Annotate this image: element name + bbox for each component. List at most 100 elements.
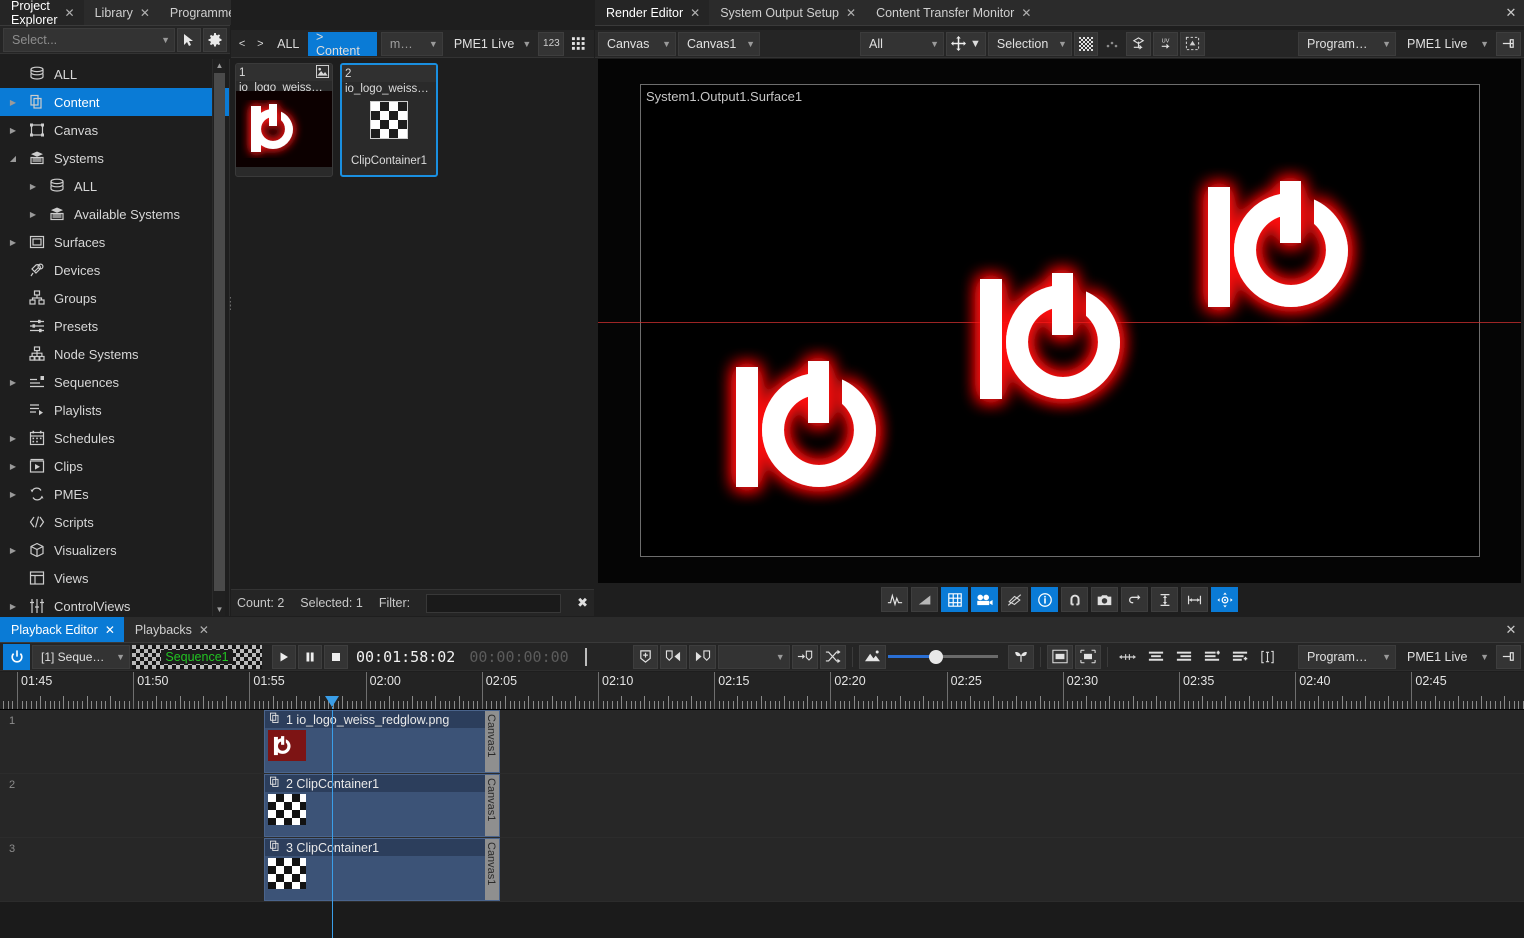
timeline-clip[interactable]: 3 ClipContainer1 Canvas1 [264, 838, 500, 901]
sidebar-item-canvas[interactable]: ▶ Canvas [0, 116, 229, 144]
programmer-dropdown[interactable]: Programmer1 ▼ [1298, 31, 1396, 56]
grid-icon[interactable] [941, 587, 968, 612]
flip-mapping-icon[interactable] [1125, 31, 1151, 56]
goto-cue-icon[interactable] [791, 644, 818, 669]
next-cue-icon[interactable] [688, 644, 716, 669]
sidebar-item-all[interactable]: ALL [0, 60, 229, 88]
thumbnail-toggle-icon[interactable] [858, 644, 886, 669]
tab-system-output-setup[interactable]: System Output Setup ✕ [709, 0, 866, 25]
sidebar-item-groups[interactable]: Groups [0, 284, 229, 312]
tab-playbacks[interactable]: Playbacks ✕ [123, 617, 218, 642]
uv-mapping-icon[interactable]: UV [1152, 31, 1178, 56]
points-icon[interactable] [1100, 32, 1124, 56]
programmer-dropdown[interactable]: mmer1 ▼ [380, 31, 443, 56]
cue-list-dropdown[interactable]: ▼ [717, 644, 790, 669]
sidebar-item-all[interactable]: ▶ ALL [0, 172, 229, 200]
timeline-tracks[interactable]: 1 1 io_logo_weiss_redglow.png Canvas1 2 [0, 710, 1524, 938]
timeline-track[interactable]: 1 1 io_logo_weiss_redglow.png Canvas1 [0, 710, 1524, 774]
sidebar-item-clips[interactable]: ▶ Clips [0, 452, 229, 480]
scrollbar-thumb[interactable] [214, 73, 225, 591]
magnet-icon[interactable] [1061, 587, 1088, 612]
timeline-track[interactable]: 3 3 ClipContainer1 Canvas1 [0, 838, 1524, 902]
expand-arrow-icon[interactable]: ▶ [6, 546, 20, 555]
expand-arrow-icon[interactable]: ▶ [26, 182, 40, 191]
info-icon[interactable] [1031, 587, 1058, 612]
tree-scrollbar[interactable]: ▲ ▼ [212, 59, 225, 616]
timeline-ruler[interactable]: 01:45 01:50 01:55 02:00 02:05 02:10 02:15 02:20… [0, 672, 1524, 710]
sidebar-item-sequences[interactable]: ▶ Sequences [0, 368, 229, 396]
sidebar-item-devices[interactable]: Devices [0, 256, 229, 284]
power-icon[interactable] [3, 643, 30, 670]
indent-add-icon[interactable] [1199, 645, 1225, 669]
tab-project-explorer[interactable]: Project Explorer ✕ [0, 0, 84, 27]
close-icon[interactable]: ✕ [199, 624, 209, 636]
camera-video-icon[interactable] [971, 587, 998, 612]
content-thumbnail-grid[interactable]: 1 io_logo_weiss_r... 2 io_logo_weiss_re.… [231, 59, 594, 588]
sidebar-item-pmes[interactable]: ▶ PMEs [0, 480, 229, 508]
sidebar-item-surfaces[interactable]: ▶ Surfaces [0, 228, 229, 256]
nav-back-button[interactable]: < [234, 32, 250, 56]
timeline-track[interactable]: 2 2 ClipContainer1 Canvas1 [0, 774, 1524, 838]
pointer-tool-button[interactable] [177, 27, 201, 52]
sidebar-item-views[interactable]: Views [0, 564, 229, 592]
gradient-icon[interactable] [911, 587, 938, 612]
sidebar-item-available-systems[interactable]: ▶ Available Systems [0, 200, 229, 228]
tulip-icon[interactable] [1007, 644, 1034, 669]
breadcrumb-all[interactable]: ALL [270, 32, 306, 56]
pause-button[interactable] [298, 644, 322, 669]
close-icon[interactable]: ✕ [140, 7, 150, 19]
expand-arrow-icon[interactable]: ▶ [6, 238, 20, 247]
expand-arrow-icon[interactable]: ▶ [6, 602, 20, 611]
fit-all-icon[interactable] [1074, 644, 1101, 669]
expand-arrow-icon[interactable]: ▶ [6, 462, 20, 471]
close-icon[interactable]: ✕ [690, 7, 700, 19]
close-icon[interactable]: ✕ [65, 7, 75, 19]
list-add-icon[interactable] [1227, 645, 1253, 669]
gear-icon[interactable] [203, 27, 227, 52]
pin-panel-icon[interactable] [1496, 644, 1521, 669]
content-item-1[interactable]: 1 io_logo_weiss_r... [235, 63, 333, 177]
expand-arrow-icon[interactable]: ▶ [6, 378, 20, 387]
sidebar-item-playlists[interactable]: Playlists [0, 396, 229, 424]
clip-target-tab[interactable]: Canvas1 [485, 775, 499, 836]
pixel-grid-icon[interactable] [1073, 31, 1098, 56]
timeline-clip[interactable]: 1 io_logo_weiss_redglow.png Canvas1 [264, 710, 500, 773]
fit-selection-icon[interactable] [1046, 644, 1073, 669]
horizontal-fit-icon[interactable] [1181, 587, 1208, 612]
text-cursor-icon[interactable] [1255, 645, 1280, 669]
tab-playback-editor[interactable]: Playback Editor ✕ [0, 617, 124, 642]
timeline-clip[interactable]: 2 ClipContainer1 Canvas1 [264, 774, 500, 837]
sidebar-item-schedules[interactable]: ▶ Schedules [0, 424, 229, 452]
scroll-up-icon[interactable]: ▲ [213, 59, 226, 72]
slider-knob[interactable] [928, 649, 943, 664]
sidebar-item-node-systems[interactable]: Node Systems [0, 340, 229, 368]
snapshot-icon[interactable] [1091, 587, 1118, 612]
align-right-icon[interactable] [1171, 645, 1197, 669]
no-shading-icon[interactable] [1001, 587, 1028, 612]
content-item-2[interactable]: 2 io_logo_weiss_re... ClipContainer1 [340, 63, 438, 177]
render-viewport[interactable]: System1.Output1.Surface1 [598, 59, 1521, 583]
expand-arrow-icon[interactable]: ▶ [6, 98, 20, 107]
undo-arrow-icon[interactable] [1121, 587, 1148, 612]
vertical-fit-icon[interactable] [1151, 587, 1178, 612]
nav-forward-button[interactable]: > [252, 32, 268, 56]
move-tool-button[interactable]: ▼ [946, 31, 986, 56]
canvas-dropdown[interactable]: Canvas1 ▼ [678, 31, 760, 56]
pme-dropdown[interactable]: PME1 Live ▼ [1398, 645, 1494, 669]
pme-dropdown[interactable]: PME1 Live ▼ [1398, 32, 1494, 56]
expand-arrow-icon[interactable]: ▶ [6, 126, 20, 135]
close-icon[interactable]: ✕ [1021, 7, 1031, 19]
marquee-select-icon[interactable] [1179, 31, 1205, 56]
grid-view-button[interactable] [566, 32, 591, 56]
gizmo-icon[interactable] [1211, 587, 1238, 612]
expand-arrow-icon[interactable]: ▶ [26, 210, 40, 219]
sidebar-item-visualizers[interactable]: ▶ Visualizers [0, 536, 229, 564]
select-dropdown[interactable]: Select... ▼ [3, 27, 175, 52]
curve-icon[interactable] [881, 587, 908, 612]
expand-arrow-icon[interactable]: ▶ [6, 490, 20, 499]
stop-button[interactable] [324, 644, 348, 669]
clip-target-tab[interactable]: Canvas1 [485, 711, 499, 772]
scroll-down-icon[interactable]: ▼ [213, 603, 226, 616]
expand-arrow-icon[interactable]: ◢ [6, 154, 20, 163]
align-center-icon[interactable] [1143, 645, 1169, 669]
